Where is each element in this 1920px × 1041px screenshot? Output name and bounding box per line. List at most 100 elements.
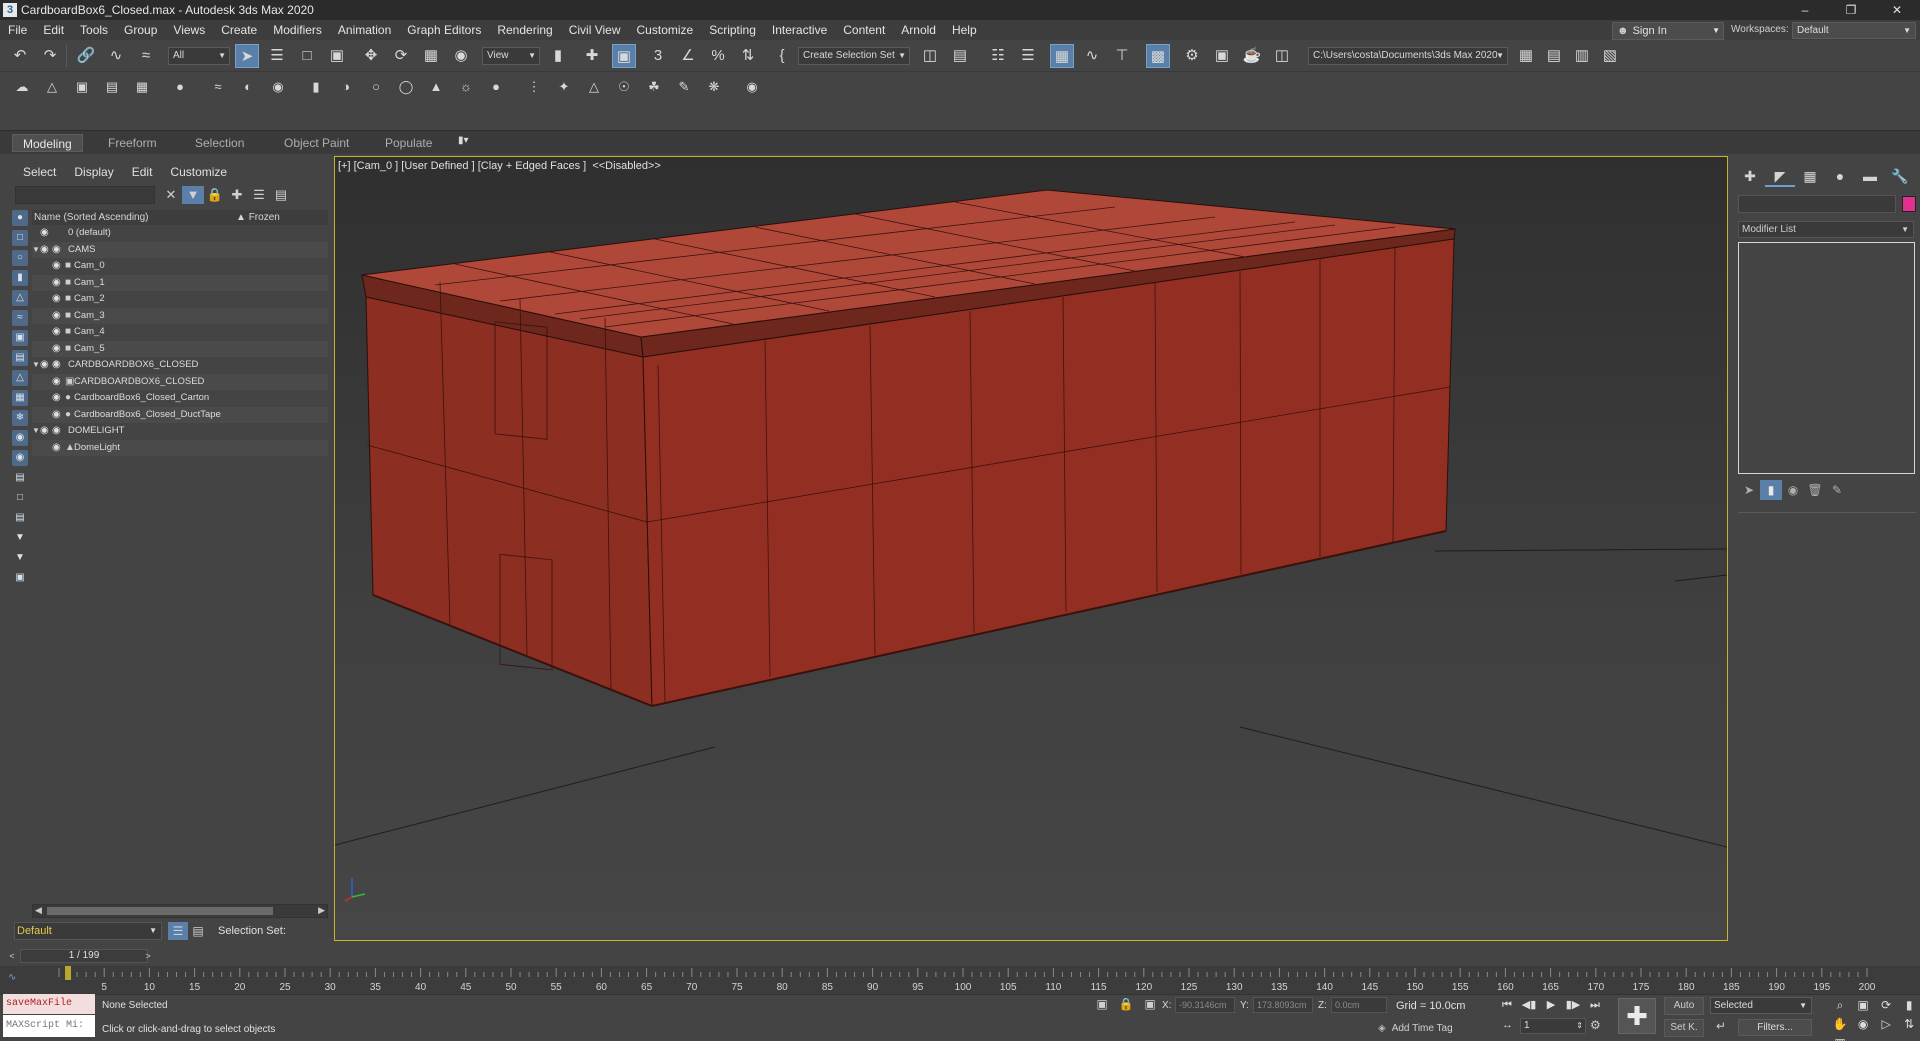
keyboard-shortcut-override-icon[interactable]: ▣ — [612, 44, 636, 68]
add-time-tag[interactable]: ◈ Add Time Tag — [1378, 1023, 1453, 1034]
ribbon-tab-populate[interactable]: Populate — [375, 134, 442, 152]
explorer-search-input[interactable] — [15, 186, 155, 204]
menu-views[interactable]: Views — [165, 20, 213, 40]
ribbon-tab-selection[interactable]: Selection — [185, 134, 254, 152]
menu-rendering[interactable]: Rendering — [489, 20, 560, 40]
visibility-eye-icon[interactable]: ◉ — [52, 374, 61, 391]
z-coord-field[interactable]: 0.0cm — [1331, 997, 1387, 1013]
display-tab-icon[interactable]: ▬ — [1855, 165, 1885, 187]
named-selection-sets-dropdown[interactable]: Create Selection Set ▼ — [798, 47, 910, 65]
play-icon[interactable]: ▶ — [1540, 996, 1562, 1014]
viewport-scene[interactable] — [335, 157, 1727, 940]
select-object-icon[interactable]: ➤ — [235, 44, 259, 68]
arnold-material-icon[interactable]: ▣ — [70, 75, 94, 99]
paint-icon[interactable]: ✎ — [672, 75, 696, 99]
explorer-horizontal-scrollbar[interactable]: ◀ ▶ — [32, 904, 328, 918]
reference-coord-dropdown[interactable]: View ▼ — [482, 47, 540, 65]
time-slider[interactable]: 1 / 199 — [20, 949, 148, 963]
key-mode-toggle-icon[interactable]: ↔ — [1502, 1019, 1513, 1031]
explorer-menu-display[interactable]: Display — [65, 164, 122, 180]
display-xrefs-icon[interactable]: ▤ — [12, 350, 28, 366]
visibility-eye-icon[interactable]: ◉ — [40, 423, 49, 440]
filter-funnel-alt-icon[interactable]: ▼ — [12, 550, 28, 566]
schematic-view-icon[interactable]: ⊤ — [1110, 44, 1134, 68]
particles-icon[interactable]: ⋮ — [522, 75, 546, 99]
explorer-row[interactable]: ◉ ■ Cam_1 — [32, 274, 328, 292]
auto-key-button[interactable]: Auto — [1664, 997, 1704, 1015]
explorer-row[interactable]: ◉ ▲ DomeLight — [32, 439, 328, 456]
visibility-eye-icon[interactable]: ◉ — [40, 357, 49, 374]
menu-tools[interactable]: Tools — [72, 20, 116, 40]
next-frame-icon[interactable]: ▮▶ — [1562, 996, 1584, 1014]
track-ruler[interactable]: 5 10 15 20 25 30 35 40 45 50 55 60 65 70 75 80 85 90 95 100… — [0, 966, 1920, 994]
explorer-row[interactable]: ◉ ● CardboardBox6_Closed_DuctTape — [32, 406, 328, 423]
visibility-eye-icon[interactable]: ◉ — [52, 341, 61, 358]
layers-icon[interactable]: ☰ — [248, 186, 270, 204]
zoom-all-icon[interactable]: ▣ — [1853, 996, 1873, 1015]
key-filter-dropdown[interactable]: Selected ▼ — [1710, 997, 1812, 1014]
render-teapot-icon[interactable]: ☕ — [1240, 44, 1264, 68]
isolate-selection-icon[interactable]: ▣ — [1090, 997, 1114, 1011]
sort-by-hierarchy-icon[interactable]: ▤ — [188, 922, 208, 940]
visibility-eye-icon[interactable]: ◉ — [40, 225, 49, 242]
lock-icon[interactable]: 🔒 — [204, 186, 226, 204]
explorer-row[interactable]: ▼ ◉ ◉ DOMELIGHT — [32, 423, 328, 440]
menu-graph-editors[interactable]: Graph Editors — [399, 20, 489, 40]
spot-light-icon[interactable]: ▲ — [424, 75, 448, 99]
visibility-eye-icon[interactable]: ◉ — [52, 275, 61, 292]
layer-visibility-icon[interactable]: ◉ — [52, 242, 61, 259]
spinner-snap-icon[interactable]: ⇅ — [736, 44, 760, 68]
snaps-toggle-icon[interactable]: 3 — [646, 44, 670, 68]
arnold-render-icon[interactable]: ☁ — [10, 75, 34, 99]
project-folder-dropdown[interactable]: C:\Users\costa\Documents\3ds Max 2020 ▼ — [1308, 47, 1508, 65]
visibility-eye-icon[interactable]: ◉ — [40, 242, 49, 259]
walk-icon[interactable]: ◉ — [1853, 1015, 1873, 1034]
ribbon-tab-freeform[interactable]: Freeform — [98, 134, 167, 152]
field-of-view-icon[interactable]: ▷ — [1876, 1015, 1896, 1034]
undo-icon[interactable]: ↶ — [8, 44, 32, 68]
time-slider-prev-icon[interactable]: < — [6, 949, 18, 963]
globe-icon[interactable]: ☉ — [612, 75, 636, 99]
previous-frame-icon[interactable]: ◀▮ — [1518, 996, 1540, 1014]
bind-space-warp-icon[interactable]: ≈ — [134, 44, 158, 68]
sphere-light-icon[interactable]: ○ — [364, 75, 388, 99]
move-icon[interactable]: ✥ — [359, 44, 383, 68]
name-column-header[interactable]: Name (Sorted Ascending) — [34, 212, 149, 223]
object-name-field[interactable] — [1738, 195, 1896, 213]
explorer-row[interactable]: ◉ ● CardboardBox6_Closed_Carton — [32, 390, 328, 407]
render-setup-icon[interactable]: ⚙ — [1180, 44, 1204, 68]
percent-snap-icon[interactable]: % — [706, 44, 730, 68]
scene-explorer-toggle-icon[interactable]: ☷ — [986, 44, 1010, 68]
pivot-center-icon[interactable]: ▮ — [546, 44, 570, 68]
unlink-icon[interactable]: ∿ — [104, 44, 128, 68]
save-folder-icon[interactable]: ▥ — [1570, 44, 1594, 68]
render-in-cloud-icon[interactable]: ◫ — [1270, 44, 1294, 68]
display-invert-icon[interactable]: □ — [12, 490, 28, 506]
display-none-icon[interactable]: ▤ — [12, 470, 28, 486]
clear-search-icon[interactable]: ✕ — [160, 186, 182, 204]
display-groups-icon[interactable]: ▣ — [12, 330, 28, 346]
align-icon[interactable]: ▤ — [948, 44, 972, 68]
make-unique-icon[interactable]: ◉ — [1782, 480, 1804, 500]
current-frame-marker[interactable] — [65, 966, 72, 980]
orbit-icon[interactable]: ⟳ — [1876, 996, 1896, 1015]
project-icon[interactable]: ▦ — [1514, 44, 1538, 68]
select-by-name-icon[interactable]: ☰ — [265, 44, 289, 68]
explorer-row[interactable]: ◉ 0 (default) — [32, 225, 328, 242]
display-geometry-icon[interactable]: ● — [12, 210, 28, 226]
absolute-mode-icon[interactable]: ▣ — [1138, 997, 1162, 1011]
angle-snap-icon[interactable]: ∠ — [676, 44, 700, 68]
network-icon[interactable]: △ — [582, 75, 606, 99]
plant-icon[interactable]: ☘ — [642, 75, 666, 99]
modify-tab-icon[interactable]: ◤ — [1765, 165, 1795, 187]
layer-explorer-icon[interactable]: ☰ — [1016, 44, 1040, 68]
scale-icon[interactable]: ▦ — [419, 44, 443, 68]
maxscript-mini-listener-input[interactable]: MAXScript Mi: — [3, 1015, 95, 1037]
display-bones-icon[interactable]: △ — [12, 370, 28, 386]
explorer-row[interactable]: ◉ ■ Cam_4 — [32, 324, 328, 341]
cardboard-box[interactable] — [361, 189, 1456, 708]
ribbon-options-icon[interactable]: ▮▾ — [458, 135, 469, 146]
ribbon-tab-object-paint[interactable]: Object Paint — [274, 134, 359, 152]
display-spacewarps-icon[interactable]: ≈ — [12, 310, 28, 326]
hierarchy-tab-icon[interactable]: ▦ — [1795, 165, 1825, 187]
